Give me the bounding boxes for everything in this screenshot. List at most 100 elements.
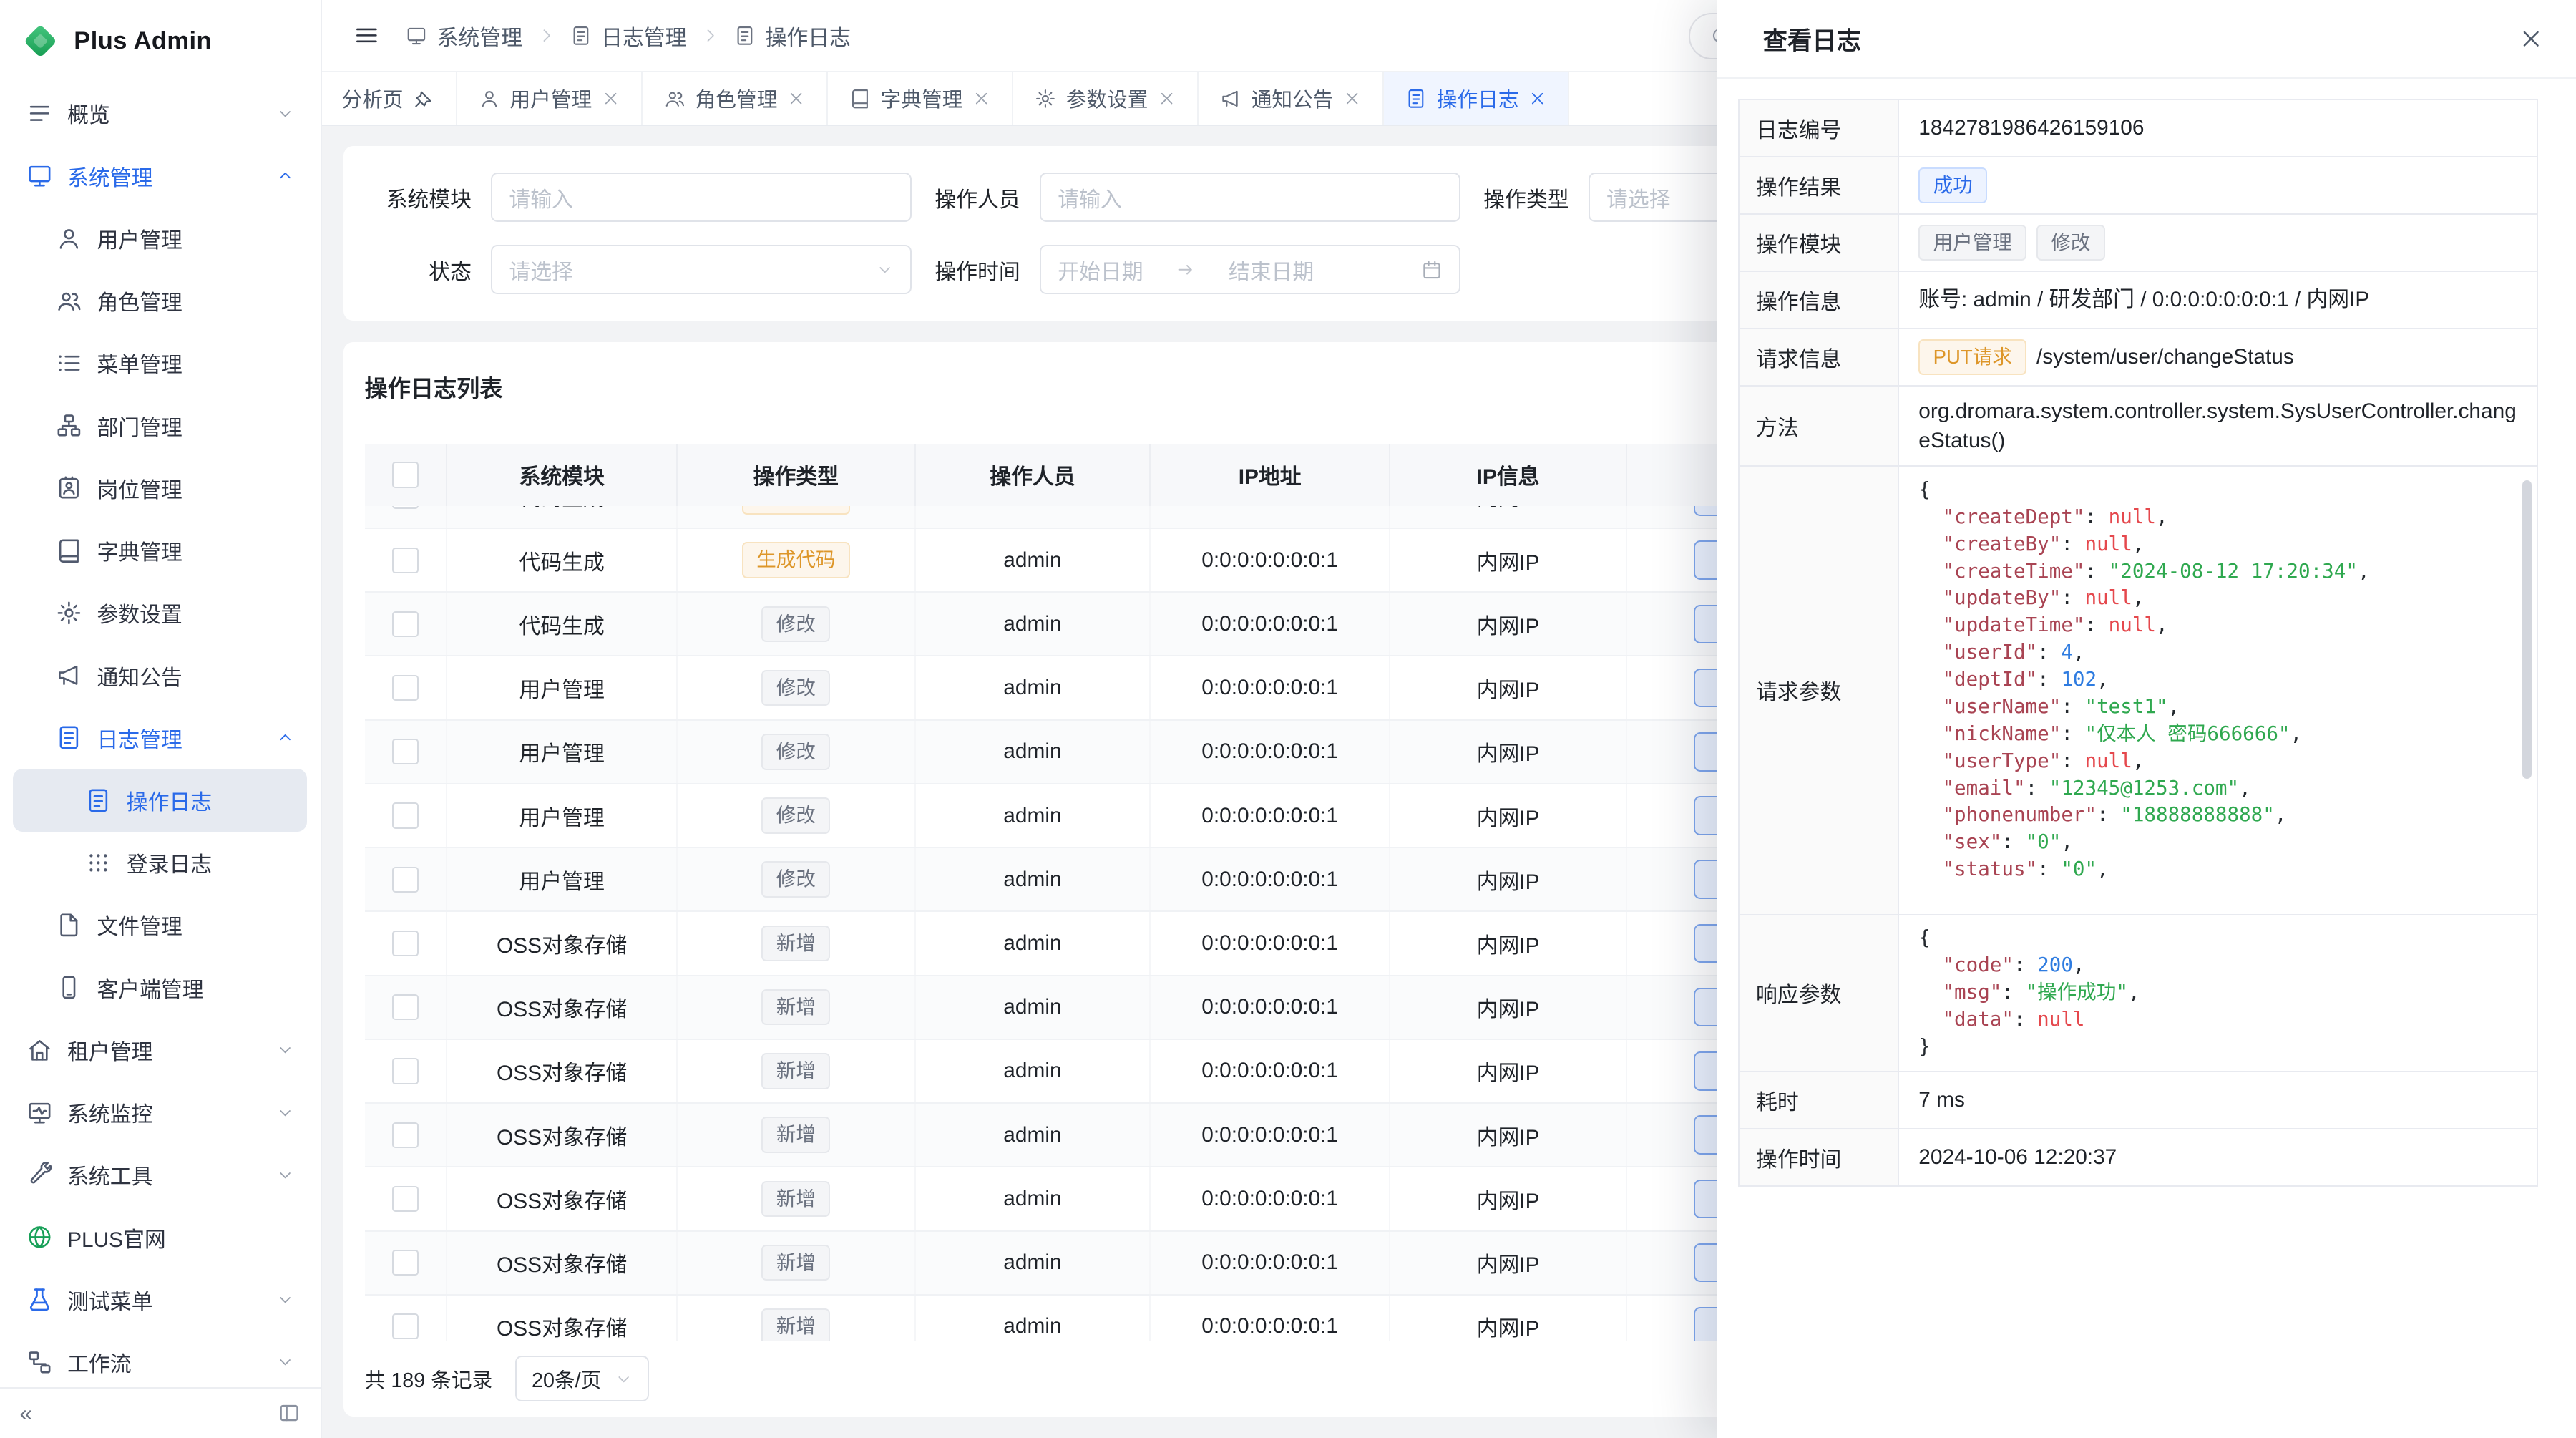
breadcrumb-item-log[interactable]: 日志管理 <box>570 20 687 52</box>
sidebar-item-tool[interactable]: 系统工具 <box>13 1144 307 1206</box>
filter-time-daterange[interactable]: 开始日期结束日期 <box>1040 245 1460 294</box>
sidebar-menu: 概览系统管理用户管理角色管理菜单管理部门管理岗位管理字典管理参数设置通知公告日志… <box>0 82 321 1389</box>
sidebar-item-post[interactable]: 岗位管理 <box>13 457 307 519</box>
cell-module: 用户管理 <box>447 847 676 911</box>
tab-dict[interactable]: 字典管理 <box>828 72 1013 125</box>
sidebar-item-overview[interactable]: 概览 <box>13 82 307 145</box>
chevron-down-icon <box>615 1370 633 1388</box>
sidebar-item-user[interactable]: 用户管理 <box>13 207 307 269</box>
arrow-right-icon <box>1176 260 1196 280</box>
sidebar-item-file[interactable]: 文件管理 <box>13 894 307 956</box>
close-icon[interactable] <box>602 89 620 107</box>
hamburger-icon[interactable] <box>353 22 380 49</box>
sidebar-item-role[interactable]: 角色管理 <box>13 269 307 331</box>
page-size-value: 20条/页 <box>532 1364 601 1394</box>
close-icon[interactable] <box>972 89 990 107</box>
sidebar-item-tenant[interactable]: 租户管理 <box>13 1019 307 1081</box>
breadcrumb-item-system[interactable]: 系统管理 <box>406 20 522 52</box>
close-icon[interactable] <box>1528 89 1546 107</box>
sidebar-item-param[interactable]: 参数设置 <box>13 582 307 644</box>
tab-label: 分析页 <box>342 84 404 113</box>
row-checkbox[interactable] <box>392 1186 418 1212</box>
sidebar-item-label: 工作流 <box>67 1346 131 1378</box>
tab-label: 参数设置 <box>1066 84 1148 113</box>
row-checkbox[interactable] <box>392 1122 418 1148</box>
tab-label: 通知公告 <box>1252 84 1334 113</box>
row-checkbox[interactable] <box>392 611 418 637</box>
tab-notice[interactable]: 通知公告 <box>1199 72 1384 125</box>
close-icon[interactable] <box>2519 26 2543 51</box>
detail-row-module: 操作模块用户管理修改 <box>1740 213 2537 271</box>
row-checkbox[interactable] <box>392 739 418 764</box>
cell-operator: admin <box>915 528 1150 592</box>
breadcrumb-label: 系统管理 <box>437 20 522 52</box>
chevron-down-icon <box>276 1166 294 1184</box>
total-records-text: 共 189 条记录 <box>365 1364 493 1394</box>
cell-operator: admin <box>915 656 1150 719</box>
sidebar-item-website[interactable]: PLUS官网 <box>13 1206 307 1268</box>
detail-label: 操作时间 <box>1740 1129 1899 1185</box>
cell-select <box>365 1231 447 1295</box>
row-checkbox[interactable] <box>392 931 418 956</box>
code-scrollbar[interactable] <box>2522 480 2532 779</box>
sidebar-pin-panel-icon[interactable] <box>278 1401 301 1424</box>
sidebar-item-label: 操作日志 <box>127 784 212 816</box>
sidebar-item-dict[interactable]: 字典管理 <box>13 519 307 581</box>
row-checkbox[interactable] <box>392 994 418 1020</box>
sidebar-item-menu[interactable]: 菜单管理 <box>13 332 307 394</box>
sidebar-item-label: 系统工具 <box>67 1159 152 1190</box>
cell-select <box>365 784 447 847</box>
filter-status-select[interactable]: 请选择 <box>491 245 912 294</box>
cell-ip: 0:0:0:0:0:0:0:1 <box>1150 592 1390 656</box>
row-checkbox[interactable] <box>392 506 418 509</box>
row-checkbox[interactable] <box>392 548 418 573</box>
breadcrumb-item-operlog[interactable]: 操作日志 <box>734 20 851 52</box>
sidebar-item-system[interactable]: 系统管理 <box>13 145 307 207</box>
operation-type-tag: 新增 <box>761 1308 830 1341</box>
row-checkbox[interactable] <box>392 867 418 893</box>
cell-ip-info: 内网IP <box>1390 1231 1626 1295</box>
sidebar: Plus Admin 概览系统管理用户管理角色管理菜单管理部门管理岗位管理字典管… <box>0 0 322 1438</box>
row-checkbox[interactable] <box>392 802 418 828</box>
filter-module-input[interactable]: 请输入 <box>491 173 912 222</box>
cell-ip: 0:0:0:0:0:0:0:1 <box>1150 506 1390 528</box>
sidebar-item-dept[interactable]: 部门管理 <box>13 394 307 457</box>
cell-ip: 0:0:0:0:0:0:0:1 <box>1150 911 1390 975</box>
tab-param[interactable]: 参数设置 <box>1013 72 1199 125</box>
sidebar-item-operlog[interactable]: 操作日志 <box>13 769 307 831</box>
detail-label: 方法 <box>1740 387 1899 465</box>
sidebar-item-label: 系统管理 <box>67 160 152 192</box>
tab-label: 字典管理 <box>881 84 963 113</box>
row-checkbox[interactable] <box>392 675 418 701</box>
close-icon[interactable] <box>787 89 805 107</box>
detail-label: 操作信息 <box>1740 272 1899 328</box>
tab-operlog[interactable]: 操作日志 <box>1384 72 1569 125</box>
tab-analysis[interactable]: 分析页 <box>321 72 457 125</box>
filter-operator-input[interactable]: 请输入 <box>1040 173 1460 222</box>
sidebar-item-monitor[interactable]: 系统监控 <box>13 1082 307 1144</box>
operation-type-tag: 修改 <box>761 861 830 898</box>
row-checkbox[interactable] <box>392 1058 418 1084</box>
close-icon[interactable] <box>1343 89 1361 107</box>
detail-value: 用户管理修改 <box>1899 215 2537 271</box>
select-all-checkbox[interactable] <box>392 462 418 487</box>
tab-user[interactable]: 用户管理 <box>457 72 643 125</box>
row-checkbox[interactable] <box>392 1313 418 1339</box>
detail-tag: 成功 <box>1918 167 1987 204</box>
detail-label: 操作模块 <box>1740 215 1899 271</box>
sidebar-item-workflow[interactable]: 工作流 <box>13 1331 307 1389</box>
page-size-select[interactable]: 20条/页 <box>515 1356 648 1401</box>
sidebar-item-client[interactable]: 客户端管理 <box>13 956 307 1019</box>
close-icon[interactable] <box>1158 89 1176 107</box>
cell-type: 新增 <box>677 1103 915 1167</box>
cell-ip: 0:0:0:0:0:0:0:1 <box>1150 976 1390 1039</box>
detail-label: 响应参数 <box>1740 915 1899 1071</box>
sidebar-collapse-button[interactable]: « <box>20 1401 33 1424</box>
sidebar-item-loginlog[interactable]: 登录日志 <box>13 832 307 894</box>
sidebar-item-log[interactable]: 日志管理 <box>13 706 307 769</box>
sidebar-item-test[interactable]: 测试菜单 <box>13 1268 307 1331</box>
sidebar-item-notice[interactable]: 通知公告 <box>13 644 307 706</box>
tenant-icon <box>26 1037 53 1064</box>
tab-role[interactable]: 角色管理 <box>643 72 828 125</box>
row-checkbox[interactable] <box>392 1250 418 1276</box>
